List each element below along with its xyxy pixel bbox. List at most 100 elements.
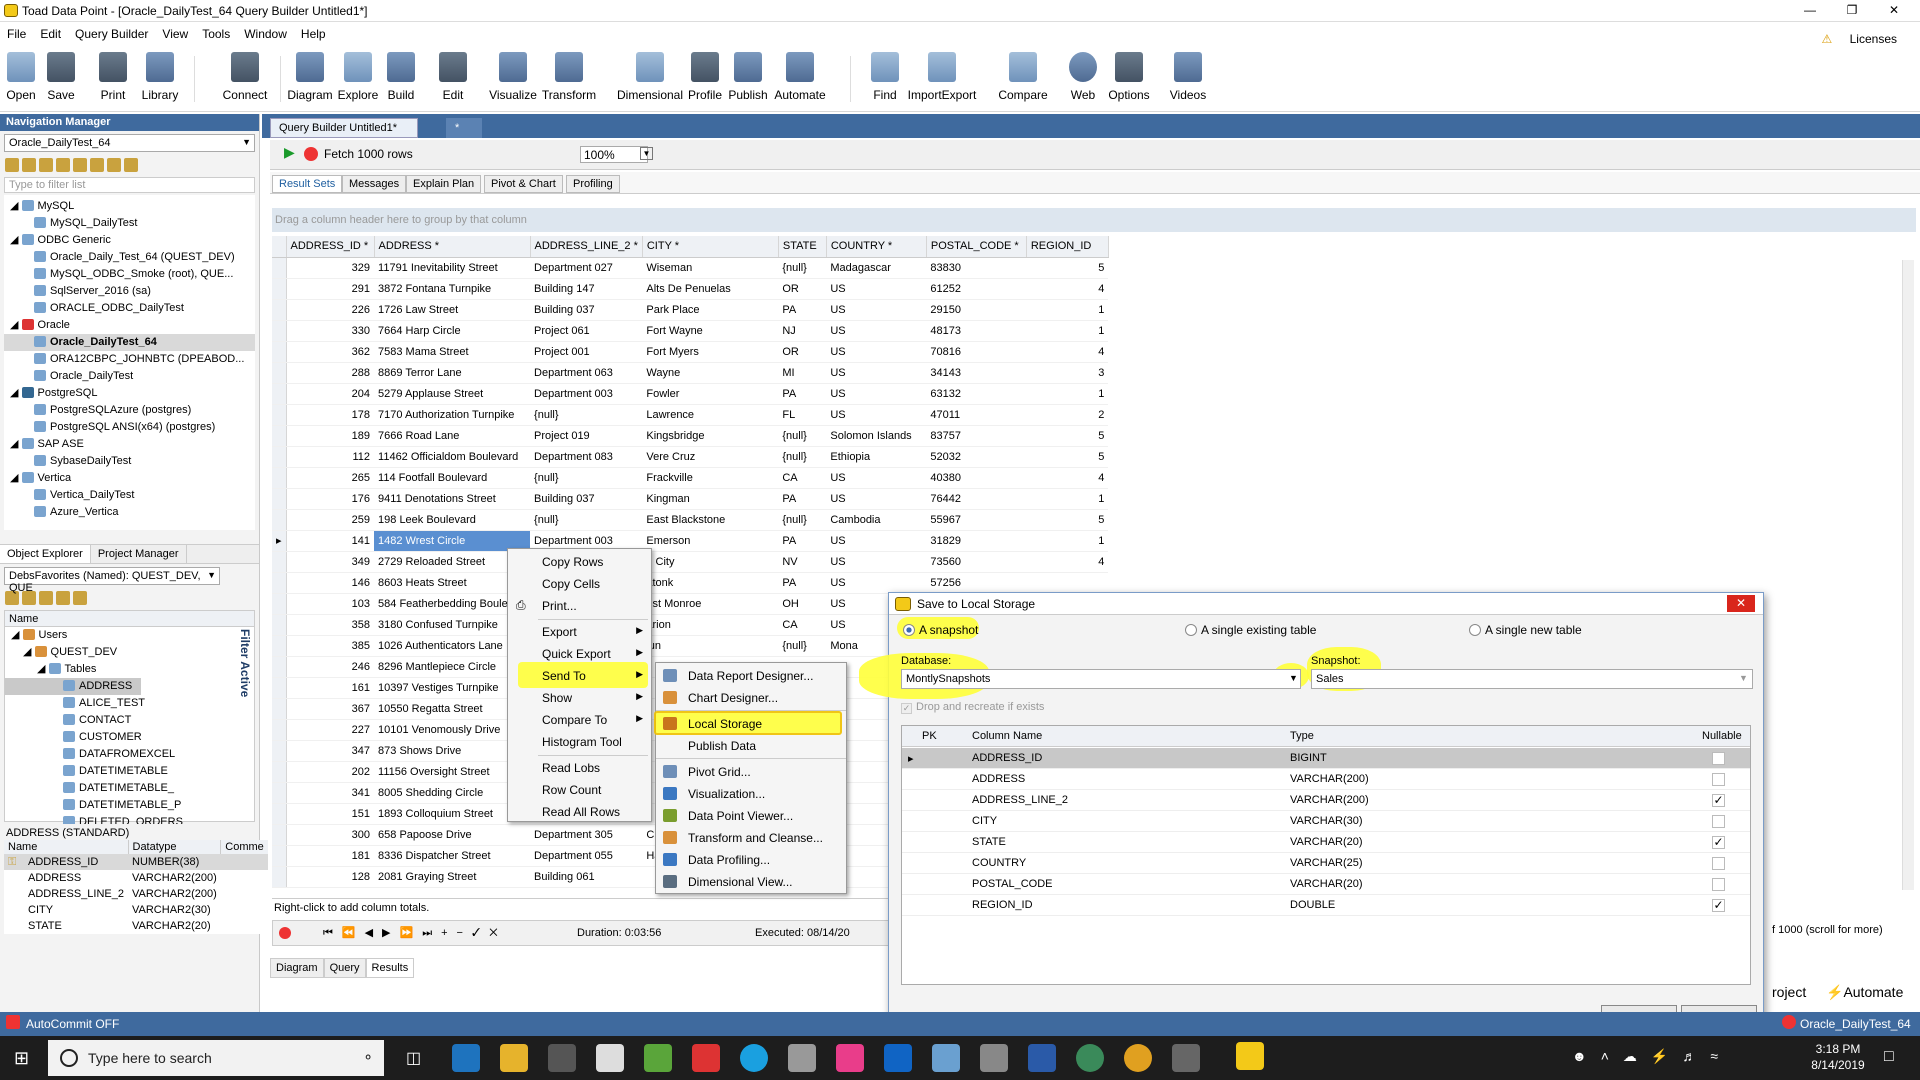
table-row[interactable]: 226 1726 Law Street Building 037 Park Place… bbox=[272, 299, 1109, 321]
clock[interactable]: 3:18 PM 8/14/2019 bbox=[1808, 1042, 1868, 1072]
grid-cell[interactable]: East Blackstone bbox=[642, 509, 779, 531]
row-header[interactable] bbox=[272, 593, 287, 615]
column-def-row[interactable]: COUNTRY VARCHAR(25) bbox=[902, 853, 1750, 874]
tab-result-sets[interactable]: Result Sets bbox=[272, 175, 343, 193]
restore-button[interactable]: ❐ bbox=[1832, 3, 1872, 17]
grid-cell[interactable]: 330 bbox=[286, 320, 375, 342]
tab-messages[interactable]: Messages bbox=[342, 175, 407, 193]
row-header[interactable] bbox=[272, 698, 287, 720]
grid-cell[interactable]: Building 037 bbox=[530, 299, 643, 321]
grid-cell[interactable]: PA bbox=[778, 530, 827, 552]
grid-cell[interactable]: 34143 bbox=[926, 362, 1027, 384]
grid-cell[interactable]: {null} bbox=[778, 425, 827, 447]
save-button[interactable]: Save bbox=[44, 50, 78, 108]
transform-button[interactable]: Transform bbox=[540, 50, 598, 108]
grid-cell[interactable]: Cambodia bbox=[826, 509, 927, 531]
favorites-select[interactable]: DebsFavorites (Named): QUEST_DEV, QUE ▼ bbox=[4, 567, 220, 594]
app-icon[interactable] bbox=[1172, 1044, 1200, 1072]
column-header-region-id[interactable]: REGION_ID bbox=[1026, 236, 1109, 258]
column-header-city[interactable]: CITY * bbox=[642, 236, 779, 258]
open-button[interactable]: Open bbox=[4, 50, 38, 108]
menu-publish-data[interactable]: Publish Data bbox=[656, 735, 846, 757]
property-row[interactable]: ADDRESS_LINE_2 VARCHAR2(200) bbox=[4, 886, 268, 902]
grid-cell[interactable]: 4 bbox=[1026, 278, 1109, 300]
grid-cell[interactable]: Kingman bbox=[642, 488, 779, 510]
column-type-cell[interactable]: VARCHAR(20) bbox=[1290, 836, 1363, 848]
menu-histogram-tool[interactable]: Histogram Tool bbox=[508, 731, 651, 753]
outlook-icon[interactable] bbox=[884, 1044, 912, 1072]
grid-cell[interactable]: 259 bbox=[286, 509, 375, 531]
menu-tools[interactable]: Tools bbox=[195, 22, 237, 46]
grid-cell[interactable]: Building 147 bbox=[530, 278, 643, 300]
chevron-down-icon[interactable]: ▼ bbox=[640, 147, 653, 160]
grid-cell[interactable]: 83757 bbox=[926, 425, 1027, 447]
menu-pivot-grid[interactable]: Pivot Grid... bbox=[656, 761, 846, 783]
fetch-rows-select[interactable]: Fetch 1000 rows bbox=[324, 147, 413, 161]
grid-cell[interactable]: Park Place bbox=[642, 299, 779, 321]
grid-cell[interactable]: {null} bbox=[530, 467, 643, 489]
grid-cell[interactable]: Alts De Penuelas bbox=[642, 278, 779, 300]
grid-cell[interactable]: 11791 Inevitability Street bbox=[374, 257, 531, 279]
menu-dimensional-view[interactable]: Dimensional View... bbox=[656, 871, 846, 893]
row-header[interactable] bbox=[272, 761, 287, 783]
row-header[interactable] bbox=[272, 467, 287, 489]
property-row[interactable]: CITY VARCHAR2(30) bbox=[4, 902, 268, 918]
row-header[interactable] bbox=[272, 656, 287, 678]
row-header[interactable] bbox=[272, 383, 287, 405]
chevron-down-icon[interactable]: ▼ bbox=[1739, 673, 1748, 683]
grid-cell[interactable]: Project 019 bbox=[530, 425, 643, 447]
radio-new-table[interactable]: A single new table bbox=[1469, 623, 1582, 637]
grid-cell[interactable]: 70816 bbox=[926, 341, 1027, 363]
minimize-button[interactable]: — bbox=[1790, 3, 1830, 17]
notification-icon[interactable]: □ bbox=[1884, 1048, 1894, 1066]
tree-node-table[interactable]: CONTACT bbox=[5, 712, 254, 729]
grid-cell[interactable]: NV bbox=[778, 551, 827, 573]
record-icon[interactable] bbox=[279, 927, 291, 939]
radio-existing-table[interactable]: A single existing table bbox=[1185, 623, 1316, 637]
nullable-checkbox[interactable] bbox=[1712, 773, 1725, 786]
skype-icon[interactable] bbox=[740, 1044, 768, 1072]
grid-cell[interactable]: 161 bbox=[286, 677, 375, 699]
grid-cell[interactable] bbox=[1026, 572, 1109, 594]
row-header[interactable] bbox=[272, 257, 287, 279]
row-header[interactable] bbox=[272, 677, 287, 699]
row-header[interactable]: ▸ bbox=[272, 530, 287, 552]
tab-object-explorer[interactable]: Object Explorer bbox=[0, 545, 91, 563]
table-row[interactable]: 265 114 Footfall Boulevard {null} Frackvill… bbox=[272, 467, 1109, 489]
nullable-checkbox[interactable]: ✓ bbox=[1712, 899, 1725, 912]
table-row[interactable]: ▸ 141 1482 Wrest Circle Department 003 Emers… bbox=[272, 530, 1109, 552]
column-def-row[interactable]: CITY VARCHAR(30) bbox=[902, 811, 1750, 832]
grid-cell[interactable]: est Monroe bbox=[642, 593, 779, 615]
grid-cell[interactable]: 1 bbox=[1026, 530, 1109, 552]
menu-row-count[interactable]: Row Count bbox=[508, 779, 651, 801]
bookmark-icon[interactable] bbox=[73, 591, 87, 605]
grid-cell[interactable]: PA bbox=[778, 299, 827, 321]
slack-icon[interactable] bbox=[836, 1044, 864, 1072]
edit-button[interactable]: Edit bbox=[438, 50, 468, 108]
grid-cell[interactable]: 4 bbox=[1026, 467, 1109, 489]
grid-cell[interactable]: 73560 bbox=[926, 551, 1027, 573]
compare-button[interactable]: Compare bbox=[996, 50, 1050, 108]
build-button[interactable]: Build bbox=[384, 50, 418, 108]
column-def-row[interactable]: ADDRESS VARCHAR(200) bbox=[902, 769, 1750, 790]
row-header[interactable] bbox=[272, 614, 287, 636]
options-button[interactable]: Options bbox=[1106, 50, 1152, 108]
project-link[interactable]: roject bbox=[1772, 984, 1806, 1000]
tree-node[interactable]: ORA12CBPC_JOHNBTC (DPEABOD... bbox=[4, 351, 255, 368]
row-header[interactable] bbox=[272, 572, 287, 594]
import-export-button[interactable]: ImportExport bbox=[904, 50, 980, 108]
app-icon[interactable] bbox=[644, 1044, 672, 1072]
tab-query-builder[interactable]: Query Builder Untitled1* bbox=[270, 118, 418, 138]
dimensional-button[interactable]: Dimensional bbox=[616, 50, 684, 108]
grid-cell[interactable]: 367 bbox=[286, 698, 375, 720]
tab-query[interactable]: Query bbox=[323, 958, 366, 978]
table-row[interactable]: 288 8869 Terror Lane Department 063 Wayne MI… bbox=[272, 362, 1109, 384]
menu-data-report-designer[interactable]: Data Report Designer... bbox=[656, 665, 846, 687]
grid-cell[interactable]: 11462 Officialdom Boulevard bbox=[374, 446, 531, 468]
stop-icon[interactable] bbox=[304, 147, 318, 161]
refresh-icon[interactable] bbox=[39, 158, 53, 172]
grid-cell[interactable]: 151 bbox=[286, 803, 375, 825]
tree-node-tables[interactable]: ◢ Tables bbox=[5, 661, 254, 678]
grid-cell[interactable]: 246 bbox=[286, 656, 375, 678]
export-icon[interactable] bbox=[90, 158, 104, 172]
